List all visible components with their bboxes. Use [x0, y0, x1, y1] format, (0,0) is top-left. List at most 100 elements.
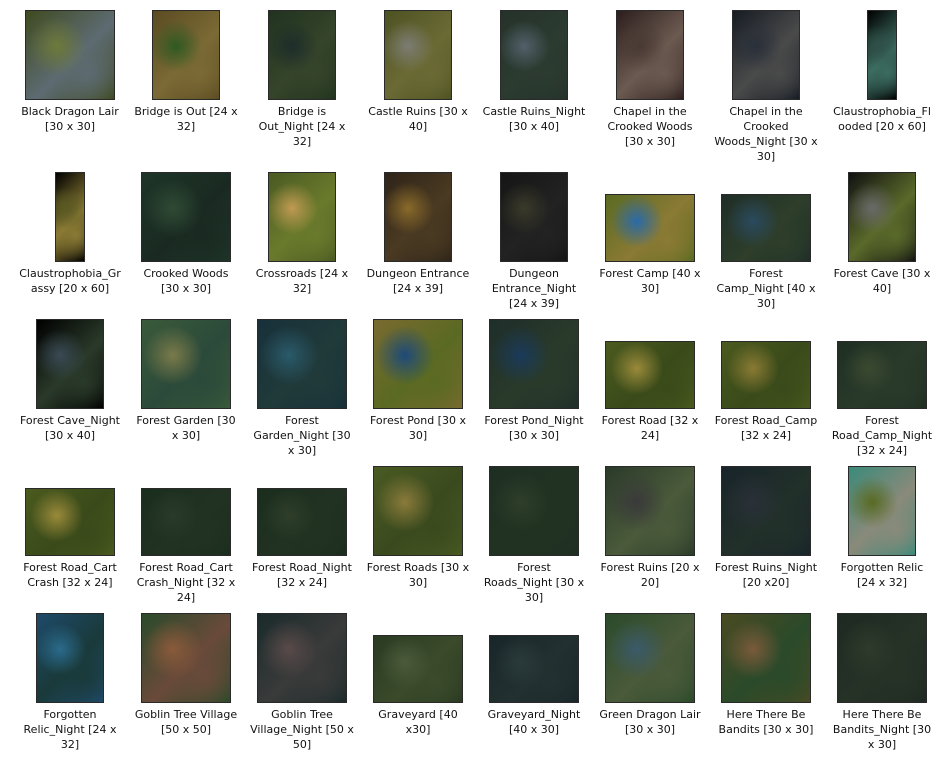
- file-name-label: Forest Ruins [20 x 20]: [600, 561, 700, 589]
- file-name-label: Here There Be Bandits [30 x 30]: [718, 708, 814, 736]
- map-thumbnail-image: [141, 488, 231, 556]
- file-item[interactable]: Forest Pond [30 x 30]: [366, 317, 470, 463]
- file-name-label: Chapel in the Crooked Woods_Night [30 x …: [714, 105, 818, 163]
- file-name-label: Forest Cave_Night [30 x 40]: [19, 414, 120, 442]
- map-thumbnail-image: [373, 466, 463, 556]
- map-thumbnail-image: [500, 10, 568, 100]
- file-name-label: Forest Road_Camp [32 x 24]: [714, 414, 818, 442]
- file-item[interactable]: Bridge is Out [24 x 32]: [134, 8, 238, 154]
- file-item[interactable]: Graveyard [40 x30]: [366, 611, 470, 757]
- map-thumbnail-image: [867, 10, 897, 100]
- map-thumbnail-image: [373, 319, 463, 409]
- map-thumbnail-image: [55, 172, 85, 262]
- file-item[interactable]: Crossroads [24 x 32]: [250, 170, 354, 316]
- map-thumbnail-image: [257, 319, 347, 409]
- file-thumbnail-grid: Black Dragon Lair [30 x 30] Bridge is Out…: [0, 0, 942, 758]
- file-name-label: Forest Road_Night [32 x 24]: [252, 561, 352, 589]
- file-item[interactable]: Forest Road [32 x 24]: [598, 317, 702, 463]
- file-item[interactable]: Forest Pond_Night [30 x 30]: [482, 317, 586, 463]
- file-item[interactable]: Dungeon Entrance_Night [24 x 39]: [482, 170, 586, 316]
- map-thumbnail-image: [605, 466, 695, 556]
- map-thumbnail-image: [732, 10, 800, 100]
- map-thumbnail-image: [721, 194, 811, 262]
- map-thumbnail-image: [489, 319, 579, 409]
- map-thumbnail-image: [268, 172, 336, 262]
- map-thumbnail-image: [837, 613, 927, 703]
- file-item[interactable]: Bridge is Out_Night [24 x 32]: [250, 8, 354, 154]
- file-item[interactable]: Forest Road_Camp [32 x 24]: [714, 317, 818, 463]
- file-item[interactable]: Castle Ruins [30 x 40]: [366, 8, 470, 154]
- file-item[interactable]: Black Dragon Lair [30 x 30]: [18, 8, 122, 154]
- file-item[interactable]: Claustrophobia_Flooded [20 x 60]: [830, 8, 934, 154]
- file-item[interactable]: Forgotten Relic_Night [24 x 32]: [18, 611, 122, 757]
- file-name-label: Forest Garden [30 x 30]: [136, 414, 236, 442]
- file-name-label: Forest Camp_Night [40 x 30]: [716, 267, 816, 310]
- file-name-label: Crossroads [24 x 32]: [255, 267, 349, 295]
- file-item[interactable]: Forest Roads_Night [30 x 30]: [482, 464, 586, 610]
- file-item[interactable]: Crooked Woods [30 x 30]: [134, 170, 238, 316]
- file-name-label: Forgotten Relic_Night [24 x 32]: [23, 708, 117, 751]
- map-thumbnail-image: [36, 319, 104, 409]
- file-name-label: Bridge is Out [24 x 32]: [134, 105, 238, 133]
- map-thumbnail-image: [721, 466, 811, 556]
- file-item[interactable]: Forest Road_Camp_Night [32 x 24]: [830, 317, 934, 463]
- file-item[interactable]: Dungeon Entrance [24 x 39]: [366, 170, 470, 316]
- map-thumbnail-image: [500, 172, 568, 262]
- map-thumbnail-image: [141, 613, 231, 703]
- file-item[interactable]: Forest Road_Cart Crash [32 x 24]: [18, 464, 122, 610]
- map-thumbnail-image: [152, 10, 220, 100]
- map-thumbnail-image: [605, 194, 695, 262]
- file-item[interactable]: Castle Ruins_Night [30 x 40]: [482, 8, 586, 154]
- file-item[interactable]: Forest Road_Cart Crash_Night [32 x 24]: [134, 464, 238, 610]
- file-item[interactable]: Forest Cave [30 x 40]: [830, 170, 934, 316]
- file-item[interactable]: Forest Cave_Night [30 x 40]: [18, 317, 122, 463]
- file-name-label: Forest Camp [40 x 30]: [599, 267, 701, 295]
- file-item[interactable]: Forest Ruins [20 x 20]: [598, 464, 702, 610]
- map-thumbnail-image: [268, 10, 336, 100]
- file-name-label: Castle Ruins [30 x 40]: [368, 105, 468, 133]
- file-item[interactable]: Claustrophobia_Grassy [20 x 60]: [18, 170, 122, 316]
- file-name-label: Green Dragon Lair [30 x 30]: [599, 708, 701, 736]
- file-item[interactable]: Goblin Tree Village_Night [50 x 50]: [250, 611, 354, 757]
- file-name-label: Here There Be Bandits_Night [30 x 30]: [832, 708, 932, 751]
- file-item[interactable]: Chapel in the Crooked Woods_Night [30 x …: [714, 8, 818, 163]
- file-item[interactable]: Forest Ruins_Night [20 x20]: [714, 464, 818, 610]
- file-item[interactable]: Forest Road_Night [32 x 24]: [250, 464, 354, 610]
- file-name-label: Castle Ruins_Night [30 x 40]: [482, 105, 586, 133]
- map-thumbnail-image: [25, 488, 115, 556]
- file-name-label: Forest Pond [30 x 30]: [370, 414, 466, 442]
- file-name-label: Forgotten Relic [24 x 32]: [840, 561, 924, 589]
- file-item[interactable]: Forest Roads [30 x 30]: [366, 464, 470, 610]
- map-thumbnail-image: [489, 466, 579, 556]
- file-name-label: Chapel in the Crooked Woods [30 x 30]: [607, 105, 693, 148]
- map-thumbnail-image: [141, 172, 231, 262]
- map-thumbnail-image: [141, 319, 231, 409]
- map-thumbnail-image: [257, 488, 347, 556]
- file-item[interactable]: Forest Garden [30 x 30]: [134, 317, 238, 463]
- file-item[interactable]: Forgotten Relic [24 x 32]: [830, 464, 934, 610]
- file-item[interactable]: Chapel in the Crooked Woods [30 x 30]: [598, 8, 702, 154]
- file-name-label: Forest Roads [30 x 30]: [366, 561, 470, 589]
- map-thumbnail-image: [489, 635, 579, 703]
- map-thumbnail-image: [257, 613, 347, 703]
- map-thumbnail-image: [605, 341, 695, 409]
- map-thumbnail-image: [384, 172, 452, 262]
- map-thumbnail-image: [373, 635, 463, 703]
- file-name-label: Forest Garden_Night [30 x 30]: [253, 414, 351, 457]
- file-item[interactable]: Here There Be Bandits [30 x 30]: [714, 611, 818, 757]
- file-item[interactable]: Graveyard_Night [40 x 30]: [482, 611, 586, 757]
- map-thumbnail-image: [721, 613, 811, 703]
- map-thumbnail-image: [837, 341, 927, 409]
- file-item[interactable]: Goblin Tree Village [50 x 50]: [134, 611, 238, 757]
- file-item[interactable]: Green Dragon Lair [30 x 30]: [598, 611, 702, 757]
- file-name-label: Forest Road_Camp_Night [32 x 24]: [831, 414, 933, 457]
- file-item[interactable]: Forest Garden_Night [30 x 30]: [250, 317, 354, 463]
- file-name-label: Bridge is Out_Night [24 x 32]: [258, 105, 346, 148]
- file-name-label: Forest Cave [30 x 40]: [833, 267, 931, 295]
- file-item[interactable]: Forest Camp_Night [40 x 30]: [714, 170, 818, 316]
- file-item[interactable]: Here There Be Bandits_Night [30 x 30]: [830, 611, 934, 757]
- file-name-label: Graveyard_Night [40 x 30]: [487, 708, 581, 736]
- file-item[interactable]: Forest Camp [40 x 30]: [598, 170, 702, 316]
- file-name-label: Goblin Tree Village_Night [50 x 50]: [250, 708, 354, 751]
- file-name-label: Dungeon Entrance [24 x 39]: [366, 267, 470, 295]
